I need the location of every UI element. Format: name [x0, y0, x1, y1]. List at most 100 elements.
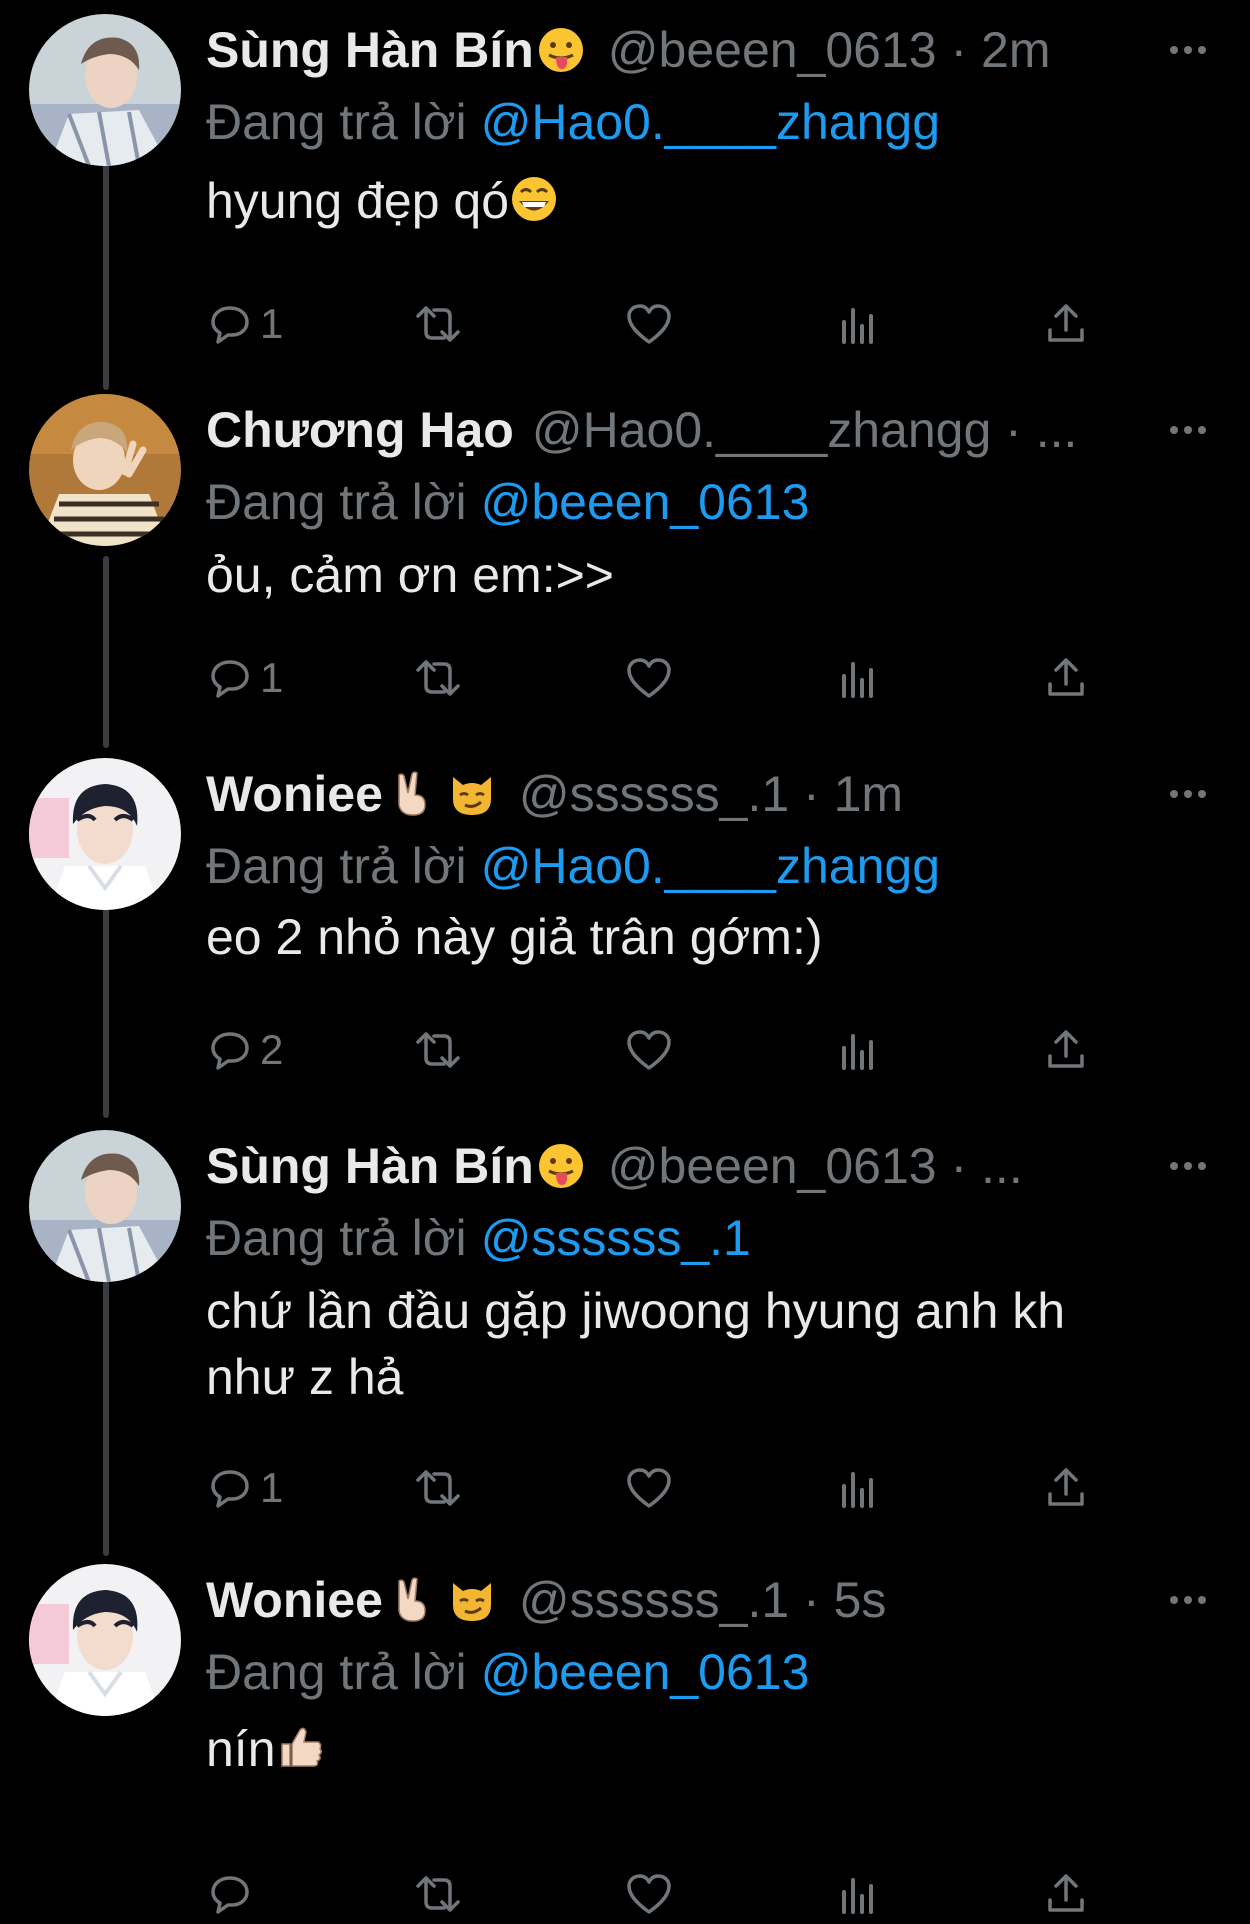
reply-icon — [211, 1032, 249, 1070]
reply-count: 1 — [260, 300, 284, 347]
reply-button[interactable] — [208, 1864, 260, 1924]
like-button[interactable] — [625, 294, 673, 354]
share-button[interactable] — [1044, 1020, 1088, 1080]
display-name[interactable]: Woniee — [206, 758, 497, 830]
views-button[interactable] — [836, 1020, 880, 1080]
display-name[interactable]: Chương Hạo — [206, 394, 514, 466]
like-button[interactable] — [625, 1458, 673, 1518]
reply-button[interactable]: 1 — [208, 1458, 283, 1518]
replying-to: Đang trả lời @Hao0.____zhangg — [206, 86, 1220, 158]
more-options-icon[interactable] — [1168, 36, 1208, 64]
avatar[interactable] — [29, 1564, 181, 1716]
reply-icon — [211, 1470, 249, 1508]
tweet-text: hyung đẹp qó — [206, 168, 1220, 234]
display-name-text[interactable]: Sùng Hàn Bín — [206, 14, 534, 86]
analytics-icon — [842, 1472, 873, 1508]
heart-icon — [627, 658, 671, 698]
replying-to-label: Đang trả lời — [206, 1210, 467, 1266]
retweet-icon — [416, 306, 460, 342]
reply-thread: Sùng Hàn Bín @beeen_0613 · 2m Đang trả l… — [0, 0, 1250, 1920]
thumbs-up-emoji — [280, 1727, 322, 1767]
thread-connector — [103, 1280, 109, 1556]
display-name-text[interactable]: Woniee — [206, 1564, 383, 1636]
reply-button[interactable]: 1 — [208, 648, 283, 708]
tweet-text: chứ lần đầu gặp jiwoong hyung anh kh như… — [206, 1283, 1066, 1405]
mention-link[interactable]: @Hao0.____zhangg — [481, 94, 940, 150]
share-button[interactable] — [1044, 1458, 1088, 1518]
views-button[interactable] — [836, 1864, 880, 1924]
mention-link[interactable]: @Hao0.____zhangg — [481, 838, 940, 894]
analytics-icon — [842, 308, 873, 344]
tweet-actions: 1 — [206, 648, 1086, 708]
victory-hand-emoji — [398, 771, 426, 816]
like-button[interactable] — [625, 648, 673, 708]
retweet-icon — [416, 1470, 460, 1506]
mention-link[interactable]: @ssssss_.1 — [481, 1210, 751, 1266]
like-button[interactable] — [625, 1020, 673, 1080]
display-name-text[interactable]: Sùng Hàn Bín — [206, 1130, 534, 1202]
reply-count: 2 — [260, 1026, 284, 1073]
share-icon — [1048, 304, 1084, 342]
replying-to-label: Đang trả lời — [206, 94, 467, 150]
reply-icon — [211, 1876, 249, 1914]
handle-and-time[interactable]: @Hao0.____zhangg · ... — [532, 394, 1078, 466]
retweet-icon — [416, 1876, 460, 1912]
analytics-icon — [842, 1878, 873, 1914]
face-with-tongue-emoji — [538, 1144, 583, 1188]
mention-link[interactable]: @beeen_0613 — [481, 1644, 810, 1700]
handle-and-time[interactable]: @beeen_0613 · ... — [608, 1130, 1023, 1202]
analytics-icon — [842, 1034, 873, 1070]
avatar[interactable] — [29, 394, 181, 546]
share-button[interactable] — [1044, 294, 1088, 354]
heart-icon — [627, 304, 671, 344]
more-options-icon[interactable] — [1168, 416, 1208, 444]
display-name-text[interactable]: Chương Hạo — [206, 394, 514, 466]
display-name[interactable]: Woniee — [206, 1564, 497, 1636]
tweet-actions: 2 — [206, 1020, 1086, 1080]
handle-and-time[interactable]: @ssssss_.1 · 1m — [519, 758, 903, 830]
more-options-icon[interactable] — [1168, 780, 1208, 808]
heart-icon — [627, 1874, 671, 1914]
retweet-button[interactable] — [412, 294, 464, 354]
tweet-actions: 1 — [206, 294, 1086, 354]
reply-button[interactable]: 2 — [208, 1020, 283, 1080]
share-icon — [1048, 1874, 1084, 1912]
analytics-icon — [842, 662, 873, 698]
handle-and-time[interactable]: @beeen_0613 · 2m — [608, 14, 1051, 86]
views-button[interactable] — [836, 648, 880, 708]
heart-icon — [627, 1030, 671, 1070]
handle-and-time[interactable]: @ssssss_.1 · 5s — [519, 1564, 887, 1636]
grinning-face-emoji — [512, 177, 557, 221]
replying-to-label: Đang trả lời — [206, 838, 467, 894]
mention-link[interactable]: @beeen_0613 — [481, 474, 810, 530]
retweet-button[interactable] — [412, 1020, 464, 1080]
display-name[interactable]: Sùng Hàn Bín — [206, 1130, 586, 1202]
replying-to-label: Đang trả lời — [206, 1644, 467, 1700]
retweet-icon — [416, 1032, 460, 1068]
tweet-text: ỏu, cảm ơn em:>> — [206, 547, 614, 603]
tweet-text: eo 2 nhỏ này giả trân gớm:) — [206, 909, 823, 965]
avatar[interactable] — [29, 758, 181, 910]
share-button[interactable] — [1044, 648, 1088, 708]
share-button[interactable] — [1044, 1864, 1088, 1924]
display-name-text[interactable]: Woniee — [206, 758, 383, 830]
avatar[interactable] — [29, 1130, 181, 1282]
reply-icon — [211, 306, 249, 344]
more-options-icon[interactable] — [1168, 1586, 1208, 1614]
retweet-button[interactable] — [412, 1458, 464, 1518]
like-button[interactable] — [625, 1864, 673, 1924]
more-options-icon[interactable] — [1168, 1152, 1208, 1180]
views-button[interactable] — [836, 294, 880, 354]
avatar[interactable] — [29, 14, 181, 166]
victory-hand-emoji — [398, 1577, 426, 1622]
retweet-button[interactable] — [412, 648, 464, 708]
views-button[interactable] — [836, 1458, 880, 1518]
tweet-actions — [206, 1864, 1086, 1924]
retweet-button[interactable] — [412, 1864, 464, 1924]
thread-connector — [103, 160, 109, 390]
heart-icon — [627, 1468, 671, 1508]
display-name[interactable]: Sùng Hàn Bín — [206, 14, 586, 86]
reply-button[interactable]: 1 — [208, 294, 283, 354]
share-icon — [1048, 1030, 1084, 1068]
replying-to: Đang trả lời @Hao0.____zhangg — [206, 830, 1220, 902]
